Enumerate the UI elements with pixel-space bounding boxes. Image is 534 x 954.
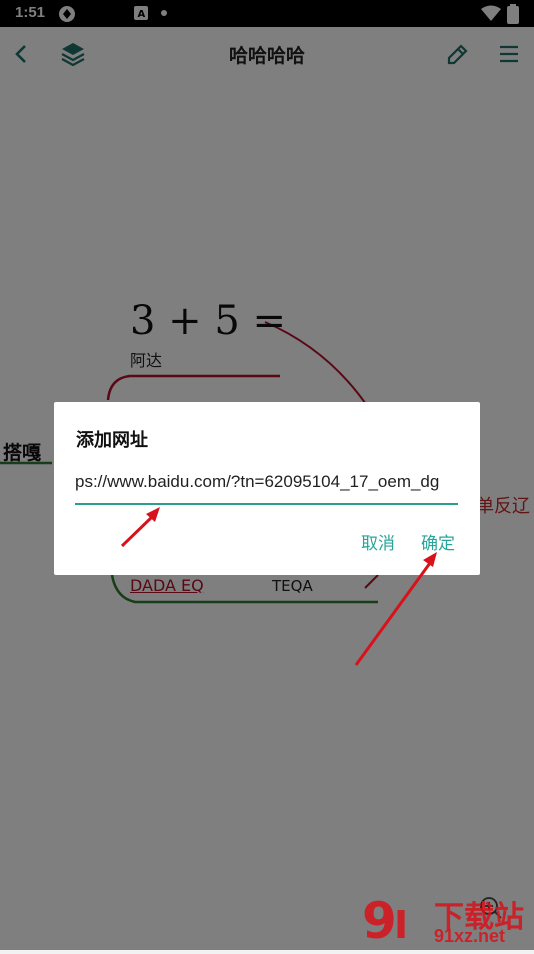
url-input[interactable]: ps://www.baidu.com/?tn=62095104_17_oem_d… (75, 469, 458, 505)
svg-text:9: 9 (362, 892, 397, 950)
add-url-dialog: 添加网址 ps://www.baidu.com/?tn=62095104_17_… (54, 402, 480, 575)
watermark-site: 91xz.net (434, 926, 506, 946)
confirm-button[interactable]: 确定 (421, 529, 455, 554)
svg-text:I: I (394, 903, 408, 947)
watermark: 9 I 下载站 91xz.net (360, 890, 534, 950)
url-input-value: ps://www.baidu.com/?tn=62095104_17_oem_d… (75, 472, 440, 491)
dialog-title: 添加网址 (76, 430, 148, 451)
cancel-button[interactable]: 取消 (361, 529, 395, 554)
